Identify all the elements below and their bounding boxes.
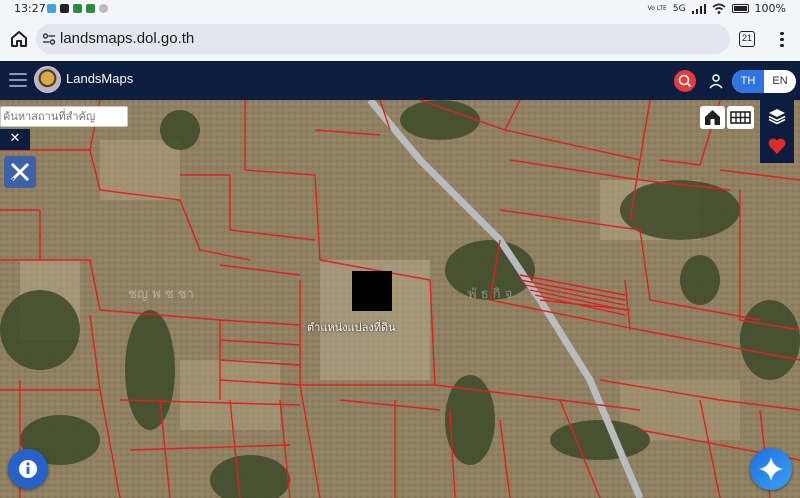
home-icon[interactable] — [8, 28, 30, 50]
map-home-button[interactable] — [700, 106, 725, 129]
signal-label: 5G — [672, 3, 686, 14]
measure-tool-button[interactable] — [4, 156, 36, 188]
search-icon — [678, 74, 692, 88]
battery-level: 100% — [754, 2, 786, 15]
parcel-location-label: ตำแหน่งแปลงที่ดิน — [307, 321, 396, 334]
tab-switcher-button[interactable]: 21 — [739, 31, 755, 47]
screen: 13:27 Vo LTE 5G 100% landsmaps.dol.go.th… — [0, 0, 800, 498]
map-watermark-right: พั ธ กิ จ — [468, 287, 513, 302]
place-search-input[interactable] — [0, 106, 128, 127]
app-icon — [86, 4, 95, 13]
map-watermark-left: ชญ พ ช ชา — [128, 287, 194, 302]
home-icon — [705, 110, 720, 125]
app-title: LandsMaps — [66, 71, 134, 86]
assistant-button[interactable] — [750, 448, 792, 490]
dot-icon — [99, 4, 108, 13]
messenger-icon — [47, 4, 56, 13]
battery-icon — [731, 4, 749, 13]
app-icon — [73, 4, 82, 13]
status-right: Vo LTE 5G 100% — [648, 2, 786, 15]
status-bar: 13:27 Vo LTE 5G 100% — [0, 0, 800, 18]
info-button[interactable] — [8, 449, 48, 489]
url-text[interactable]: landsmaps.dol.go.th — [60, 30, 194, 47]
site-settings-icon[interactable] — [42, 32, 56, 46]
search-button[interactable] — [674, 70, 696, 92]
language-toggle[interactable]: TH EN — [732, 70, 796, 93]
map-canvas[interactable] — [0, 100, 800, 498]
user-icon[interactable] — [707, 72, 725, 90]
parcel-grid-button[interactable] — [727, 106, 754, 129]
department-logo — [34, 66, 61, 93]
lang-th-button[interactable]: TH — [732, 70, 764, 93]
satellite-map — [0, 100, 800, 498]
cell-signal-icon — [691, 3, 706, 14]
parcel-marker[interactable] — [352, 271, 392, 311]
lang-en-button[interactable]: EN — [764, 70, 796, 93]
sparkle-icon — [759, 457, 783, 481]
notification-icons — [47, 4, 108, 13]
browser-toolbar: landsmaps.dol.go.th 21 — [0, 18, 800, 61]
close-panel-button[interactable]: ✕ — [0, 129, 30, 150]
info-icon — [19, 460, 37, 478]
clock: 13:27 — [14, 2, 46, 15]
address-bar[interactable]: landsmaps.dol.go.th — [36, 24, 730, 54]
layers-icon[interactable] — [767, 107, 787, 125]
tiktok-icon — [60, 4, 69, 13]
app-header: LandsMaps TH EN — [0, 61, 800, 100]
network-label: Vo LTE — [647, 4, 667, 12]
overflow-menu-icon[interactable] — [775, 29, 789, 49]
wifi-icon — [712, 3, 726, 14]
favorite-heart-icon[interactable] — [767, 137, 787, 155]
grid-icon — [730, 111, 751, 124]
hamburger-menu-icon[interactable] — [9, 73, 27, 87]
ruler-tools-icon — [9, 162, 30, 183]
